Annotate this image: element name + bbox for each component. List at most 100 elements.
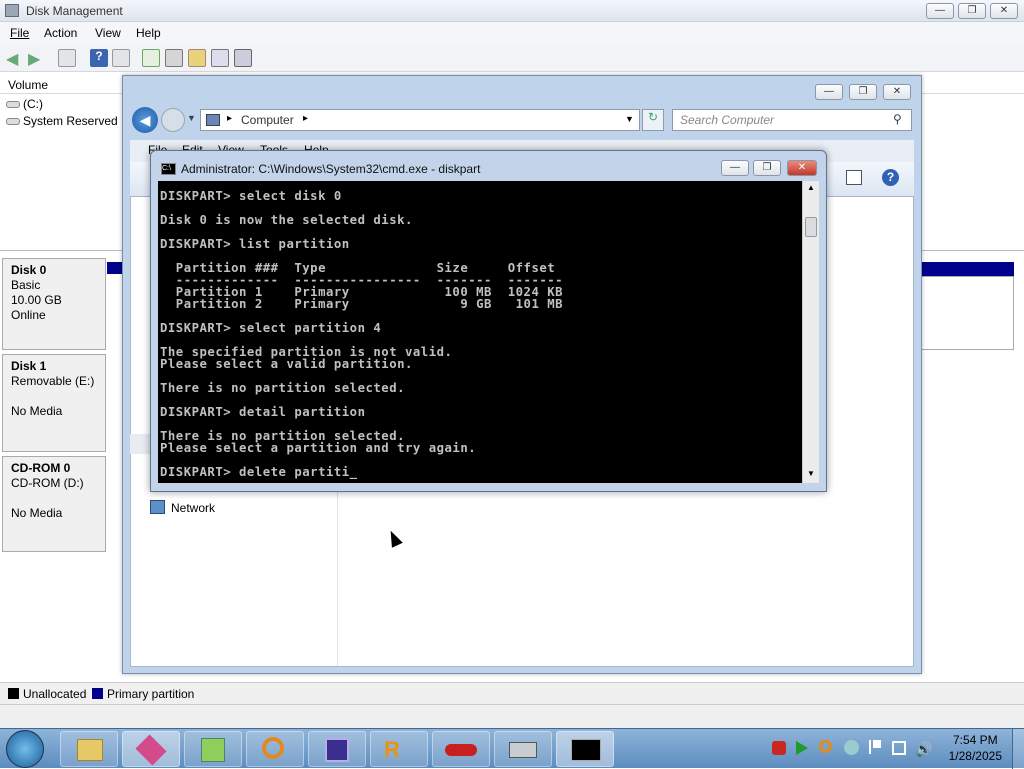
- back-arrow-icon[interactable]: ◀: [6, 49, 24, 68]
- tray-security-alert-icon[interactable]: [772, 741, 786, 755]
- hard-drive-icon: [509, 742, 537, 758]
- drive-icon: [6, 118, 20, 126]
- menu-bar: File Action View Help: [0, 22, 1024, 44]
- window-title: Disk Management: [26, 4, 123, 18]
- console-scrollbar[interactable]: ▲ ▼: [802, 181, 819, 483]
- recent-pages-dropdown-icon[interactable]: ▼: [187, 113, 196, 123]
- disk-name: Disk 1: [11, 359, 47, 373]
- preview-pane-icon[interactable]: [846, 170, 862, 185]
- disk-name: CD-ROM 0: [11, 461, 71, 475]
- legend: Unallocated Primary partition: [0, 682, 1024, 704]
- tray-play-icon[interactable]: [796, 741, 808, 755]
- properties-icon[interactable]: [165, 49, 183, 67]
- menu-action[interactable]: Action: [44, 26, 77, 40]
- help-icon[interactable]: ?: [90, 49, 108, 67]
- taskbar-cpu-z[interactable]: [308, 731, 366, 767]
- refresh-icon[interactable]: [142, 49, 160, 67]
- search-input[interactable]: Search Computer ⚲: [672, 109, 912, 131]
- search-placeholder: Search Computer: [680, 113, 775, 127]
- scrollbar-thumb[interactable]: [805, 217, 817, 237]
- scroll-down-icon[interactable]: ▼: [807, 469, 815, 478]
- clock-date: 1/28/2025: [948, 749, 1002, 763]
- disk-1-label[interactable]: Disk 1 Removable (E:) No Media: [2, 354, 106, 452]
- disk-management-app-icon: [5, 4, 19, 17]
- taskbar-cmd[interactable]: [556, 731, 614, 767]
- taskbar-disk-tool[interactable]: [494, 731, 552, 767]
- explorer-maximize-button[interactable]: ❐: [849, 84, 877, 100]
- scroll-up-icon[interactable]: ▲: [807, 183, 815, 192]
- console-output[interactable]: DISKPART> select disk 0 Disk 0 is now th…: [158, 181, 802, 483]
- breadcrumb-computer[interactable]: Computer: [241, 113, 294, 127]
- taskbar-explorer[interactable]: [60, 731, 118, 767]
- toolbar: ◀ ▶ ?: [0, 44, 1024, 72]
- status-bar: [0, 704, 1024, 728]
- primary-partition-swatch: [92, 688, 103, 699]
- chili-pepper-icon: [445, 744, 477, 756]
- explorer-minimize-button[interactable]: —: [815, 84, 843, 100]
- rh-logo-icon: R: [384, 737, 400, 762]
- disk-name: Disk 0: [11, 263, 47, 277]
- explorer-close-button[interactable]: ✕: [883, 84, 911, 100]
- volume-row[interactable]: System Reserved: [6, 114, 118, 128]
- find-icon[interactable]: [211, 49, 229, 67]
- nav-item-network[interactable]: Network: [150, 500, 280, 516]
- volume-column-header[interactable]: Volume: [8, 78, 48, 92]
- cmd-minimize-button[interactable]: —: [721, 160, 749, 176]
- breadcrumb-chevron-icon[interactable]: ▸: [303, 113, 308, 124]
- legend-primary: Primary partition: [107, 687, 195, 701]
- clock-time: 7:54 PM: [952, 733, 998, 747]
- taskbar-search-tool[interactable]: [246, 731, 304, 767]
- help-icon[interactable]: ?: [882, 169, 899, 186]
- taskbar-resource-hacker[interactable]: R: [370, 731, 428, 767]
- back-button[interactable]: ◀: [132, 107, 158, 133]
- network-label: Network: [171, 501, 216, 515]
- open-icon[interactable]: [188, 49, 206, 67]
- search-icon[interactable]: ⚲: [893, 112, 902, 126]
- taskbar-notepad-plus[interactable]: [184, 731, 242, 767]
- start-button[interactable]: [6, 730, 44, 768]
- partition-box[interactable]: [920, 276, 1014, 350]
- taskbar-virtualbox[interactable]: [122, 731, 180, 767]
- computer-icon: [206, 114, 220, 126]
- virtualbox-icon: [135, 734, 167, 766]
- partition-bar: [920, 262, 1014, 276]
- partition-bar: [107, 262, 123, 274]
- forward-button[interactable]: [161, 108, 185, 132]
- tray-search-icon[interactable]: [819, 740, 832, 753]
- unallocated-swatch: [8, 688, 19, 699]
- address-dropdown-icon[interactable]: ▼: [625, 114, 634, 124]
- cmd-close-button[interactable]: ✕: [787, 160, 817, 176]
- menu-file[interactable]: File: [10, 26, 29, 40]
- cdrom-0-label[interactable]: CD-ROM 0 CD-ROM (D:) No Media: [2, 456, 106, 552]
- tray-volume-icon[interactable]: 🔊: [915, 741, 932, 758]
- minimize-button[interactable]: —: [926, 3, 954, 19]
- cmd-app-icon: C:\: [161, 163, 176, 175]
- view-icon[interactable]: [112, 49, 130, 67]
- disk-management-titlebar: Disk Management — ❐ ✕: [0, 0, 1024, 22]
- disk-0-label[interactable]: Disk 0 Basic 10.00 GB Online: [2, 258, 106, 350]
- settings-icon[interactable]: [234, 49, 252, 67]
- console-tree-icon[interactable]: [58, 49, 76, 67]
- close-button[interactable]: ✕: [990, 3, 1018, 19]
- address-bar[interactable]: ▸ Computer ▸ ▼: [200, 109, 640, 131]
- console-text: DISKPART> select disk 0 Disk 0 is now th…: [160, 189, 564, 479]
- maximize-button[interactable]: ❐: [958, 3, 986, 19]
- clock[interactable]: 7:54 PM 1/28/2025: [949, 732, 1002, 764]
- breadcrumb-separator-icon[interactable]: ▸: [227, 113, 232, 124]
- magnifier-icon: [262, 737, 284, 759]
- volume-row[interactable]: (C:): [6, 97, 43, 111]
- menu-help[interactable]: Help: [136, 26, 161, 40]
- cmd-maximize-button[interactable]: ❐: [753, 160, 781, 176]
- forward-arrow-icon[interactable]: ▶: [28, 49, 46, 68]
- show-desktop-button[interactable]: [1012, 729, 1024, 769]
- cmd-window-title: Administrator: C:\Windows\System32\cmd.e…: [181, 162, 481, 176]
- refresh-button[interactable]: ↻: [642, 109, 664, 131]
- tray-update-icon[interactable]: [844, 740, 859, 755]
- taskbar-chili[interactable]: [432, 731, 490, 767]
- menu-view[interactable]: View: [95, 26, 121, 40]
- notepad-plus-icon: [201, 738, 225, 762]
- tray-network-icon[interactable]: [892, 741, 906, 755]
- tray-flag-icon[interactable]: [869, 740, 881, 754]
- cmd-icon: [571, 739, 601, 761]
- cpu-chip-icon: [325, 738, 349, 762]
